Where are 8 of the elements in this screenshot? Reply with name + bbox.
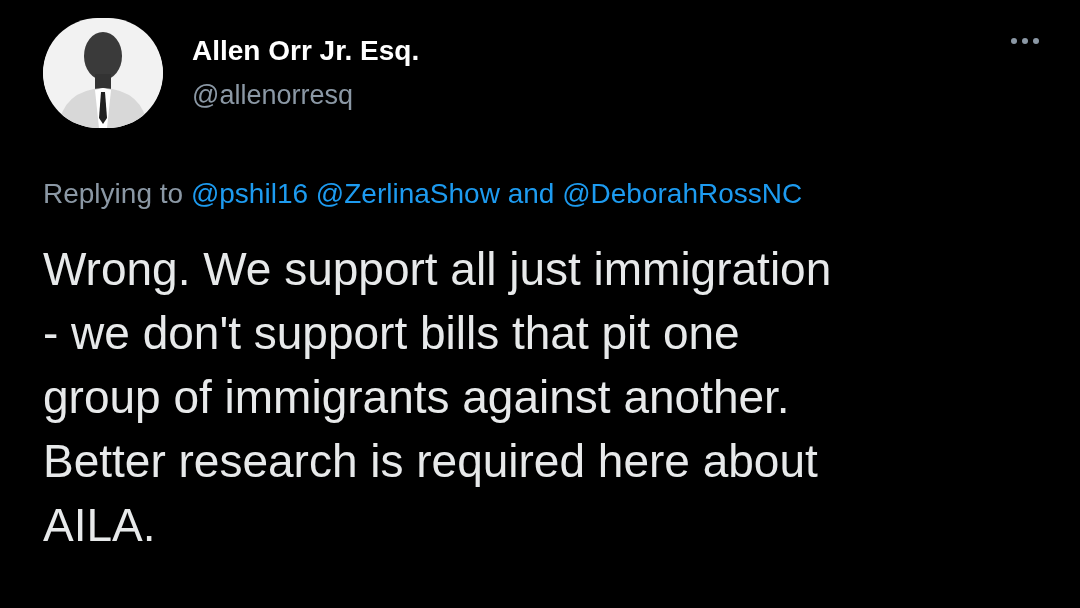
mention-link[interactable]: @ZerlinaShow: [315, 178, 500, 209]
author-handle[interactable]: @allenorresq: [192, 78, 420, 112]
more-icon[interactable]: [1010, 37, 1040, 45]
mention-link[interactable]: @pshil16: [190, 178, 309, 209]
tweet-text: Wrong. We support all just immigration - we don't support bills that pit one group of immigrants against another. Better research is required here about AILA.: [43, 242, 833, 553]
mention-link[interactable]: @DeborahRossNC: [562, 178, 803, 209]
replying-to-line: Replying to @pshil16 @ZerlinaShow and @DeborahRossNC: [43, 177, 804, 211]
author-name[interactable]: Allen Orr Jr. Esq.: [192, 34, 420, 68]
